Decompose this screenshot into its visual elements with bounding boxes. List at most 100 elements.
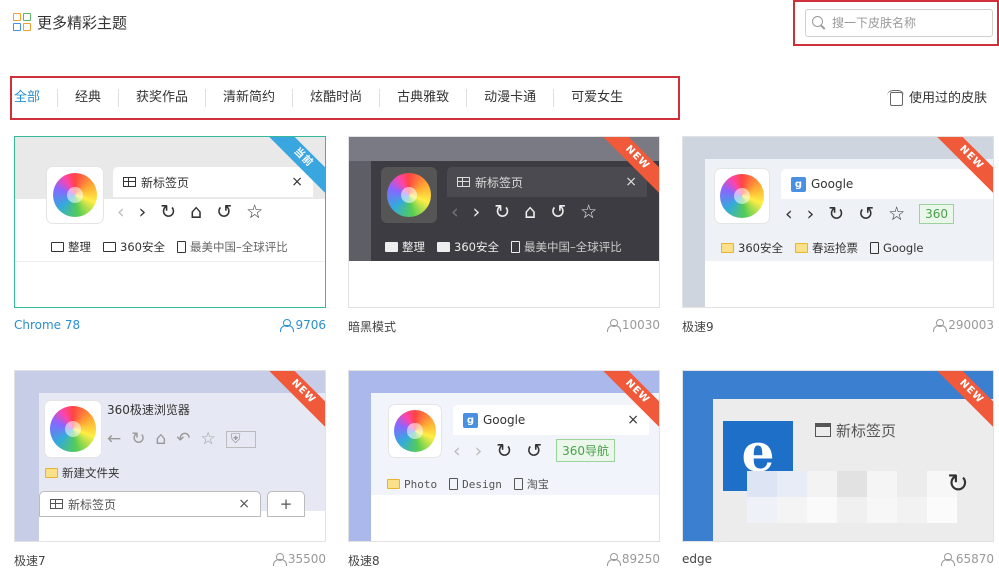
- star-icon: ☆: [580, 201, 598, 223]
- preview-app-title: 360极速浏览器: [107, 403, 190, 417]
- skin-search-box[interactable]: [805, 9, 993, 37]
- bookmark: 360安全: [738, 241, 783, 255]
- user-count-value: 10030: [621, 318, 660, 332]
- nav-tag: 360: [919, 204, 955, 224]
- page-icon: [513, 478, 523, 490]
- star-icon: ☆: [888, 203, 906, 225]
- preview-tab-title: 新标签页: [141, 175, 190, 190]
- bookmark: 春运抢票: [811, 241, 858, 255]
- bookmark: 360安全: [120, 240, 165, 254]
- skin-name[interactable]: 极速9: [682, 318, 714, 335]
- folder-icon: [794, 243, 808, 253]
- skin-card-jisu7[interactable]: 360极速浏览器 ← ↻ ⌂ ↶ ☆ ⛨ 新建文件夹 新标签页 × + NEW …: [14, 370, 326, 570]
- skin-preview[interactable]: e 新标签页 ↻ NEW: [682, 370, 994, 542]
- user-count: 290003: [933, 318, 994, 332]
- close-icon: ×: [625, 174, 637, 190]
- tab-fresh-simple[interactable]: 清新简约: [205, 89, 292, 107]
- tab-all[interactable]: 全部: [14, 89, 57, 107]
- forward-icon: ›: [138, 201, 147, 223]
- tab-grid-icon: [50, 499, 63, 509]
- skin-name[interactable]: 极速8: [348, 552, 380, 569]
- skin-card-dark-mode[interactable]: 新标签页 × ‹ › ↻ ⌂ ↺ ☆ 整理 360安全 最美中国–全球评比 NE…: [348, 136, 660, 336]
- folder-icon: [721, 243, 734, 253]
- skin-card-jisu9[interactable]: g Google ‹ › ↻ ↺ ☆ 360 360安全 春运抢票 Google …: [682, 136, 994, 336]
- new-tab-icon: +: [267, 491, 305, 517]
- undo-icon: ↺: [550, 201, 567, 223]
- skin-card-chrome78[interactable]: 新标签页 × ‹ › ↻ ⌂ ↺ ☆ 整理 360安全 最美中国–全球评比 当前…: [14, 136, 326, 336]
- tab-cute-girl[interactable]: 可爱女生: [553, 89, 640, 107]
- star-icon: ☆: [200, 429, 216, 449]
- skin-card-jisu8[interactable]: g Google × ‹ › ↻ ↺ 360导航 Photo Design 淘宝 …: [348, 370, 660, 570]
- skin-search-input[interactable]: [832, 16, 982, 30]
- used-skins-link[interactable]: 使用过的皮肤: [887, 87, 987, 106]
- browser-logo: [47, 167, 103, 223]
- user-count: 65870: [940, 552, 994, 566]
- preview-tab: 新标签页: [805, 415, 993, 445]
- skin-name[interactable]: edge: [682, 552, 712, 566]
- refresh-icon: ↻: [131, 429, 146, 449]
- back-icon: ‹: [117, 201, 125, 223]
- swirl-logo-icon: [387, 173, 431, 217]
- skin-name[interactable]: Chrome 78: [14, 318, 80, 332]
- user-count-value: 35500: [287, 552, 326, 566]
- tab-anime-cartoon[interactable]: 动漫卡通: [466, 89, 553, 107]
- folder-icon: [437, 242, 450, 252]
- undo-icon: ↺: [858, 203, 875, 225]
- preview-bookmarks: 整理 360安全 最美中国–全球评比: [51, 239, 288, 255]
- back-icon: ←: [107, 429, 122, 449]
- bookmark: 淘宝: [526, 478, 549, 491]
- user-count: 10030: [606, 318, 660, 332]
- refresh-icon: ↻: [828, 203, 845, 225]
- skin-name[interactable]: 暗黑模式: [348, 318, 396, 335]
- user-icon: [606, 553, 621, 566]
- skin-preview[interactable]: g Google ‹ › ↻ ↺ ☆ 360 360安全 春运抢票 Google …: [682, 136, 994, 308]
- close-icon: ×: [238, 496, 250, 512]
- bookmark: 360安全: [454, 240, 499, 254]
- folder-icon: [385, 242, 398, 252]
- skin-preview[interactable]: 新标签页 × ‹ › ↻ ⌂ ↺ ☆ 整理 360安全 最美中国–全球评比 NE…: [348, 136, 660, 308]
- skin-preview[interactable]: 新标签页 × ‹ › ↻ ⌂ ↺ ☆ 整理 360安全 最美中国–全球评比 当前: [14, 136, 326, 308]
- preview-nav: ‹ › ↻ ⌂ ↺ ☆: [451, 201, 597, 223]
- tab-classical-elegant[interactable]: 古典雅致: [379, 89, 466, 107]
- skin-preview[interactable]: g Google × ‹ › ↻ ↺ 360导航 Photo Design 淘宝 …: [348, 370, 660, 542]
- google-icon: g: [791, 176, 806, 192]
- bookmark: 最美中国–全球评比: [523, 240, 622, 254]
- tab-cool-fashion[interactable]: 炫酷时尚: [292, 89, 379, 107]
- close-icon: ×: [627, 412, 639, 428]
- bookmark: 新建文件夹: [62, 466, 120, 480]
- blurred-area: [747, 497, 957, 523]
- swirl-logo-icon: [50, 406, 96, 452]
- close-icon: ×: [291, 174, 303, 190]
- browser-logo: [715, 169, 769, 223]
- folder-icon: [51, 242, 64, 252]
- back-icon: ‹: [453, 439, 461, 462]
- folder-icon: [103, 242, 116, 252]
- preview-bookmarks: 360安全 春运抢票 Google: [721, 240, 924, 256]
- page-header: 更多精彩主题: [13, 11, 127, 33]
- nav-tag: 360导航: [556, 439, 615, 462]
- preview-bookmarks: 整理 360安全 最美中国–全球评比: [385, 239, 622, 255]
- page-title: 更多精彩主题: [37, 13, 128, 32]
- swirl-logo-icon: [720, 174, 764, 218]
- skin-preview[interactable]: 360极速浏览器 ← ↻ ⌂ ↶ ☆ ⛨ 新建文件夹 新标签页 × + NEW: [14, 370, 326, 542]
- skin-name[interactable]: 极速7: [14, 552, 46, 569]
- tab-classic[interactable]: 经典: [57, 89, 118, 107]
- user-count-value: 9706: [295, 318, 326, 332]
- preview-tab: 新标签页 ×: [447, 167, 647, 197]
- folder-icon: [387, 479, 400, 489]
- refresh-icon: ↻: [496, 439, 513, 462]
- preview-nav: ‹ › ↻ ⌂ ↺ ☆: [117, 201, 263, 223]
- preview-tab: g Google ×: [453, 405, 649, 435]
- bookmark: Design: [462, 477, 502, 491]
- page-icon: [510, 241, 520, 253]
- home-icon: ⌂: [155, 429, 167, 449]
- skin-card-edge[interactable]: e 新标签页 ↻ NEW edge 65870: [682, 370, 994, 570]
- undo-icon: ↶: [176, 429, 191, 449]
- shield-icon: ⛨: [225, 430, 256, 448]
- preview-tab-title: Google: [483, 413, 526, 427]
- theme-grid-icon: [13, 13, 31, 31]
- user-count: 35500: [272, 552, 326, 566]
- tab-award-works[interactable]: 获奖作品: [118, 89, 205, 107]
- user-icon: [940, 553, 955, 566]
- preview-nav: ‹ › ↻ ↺ ☆ 360: [785, 203, 955, 225]
